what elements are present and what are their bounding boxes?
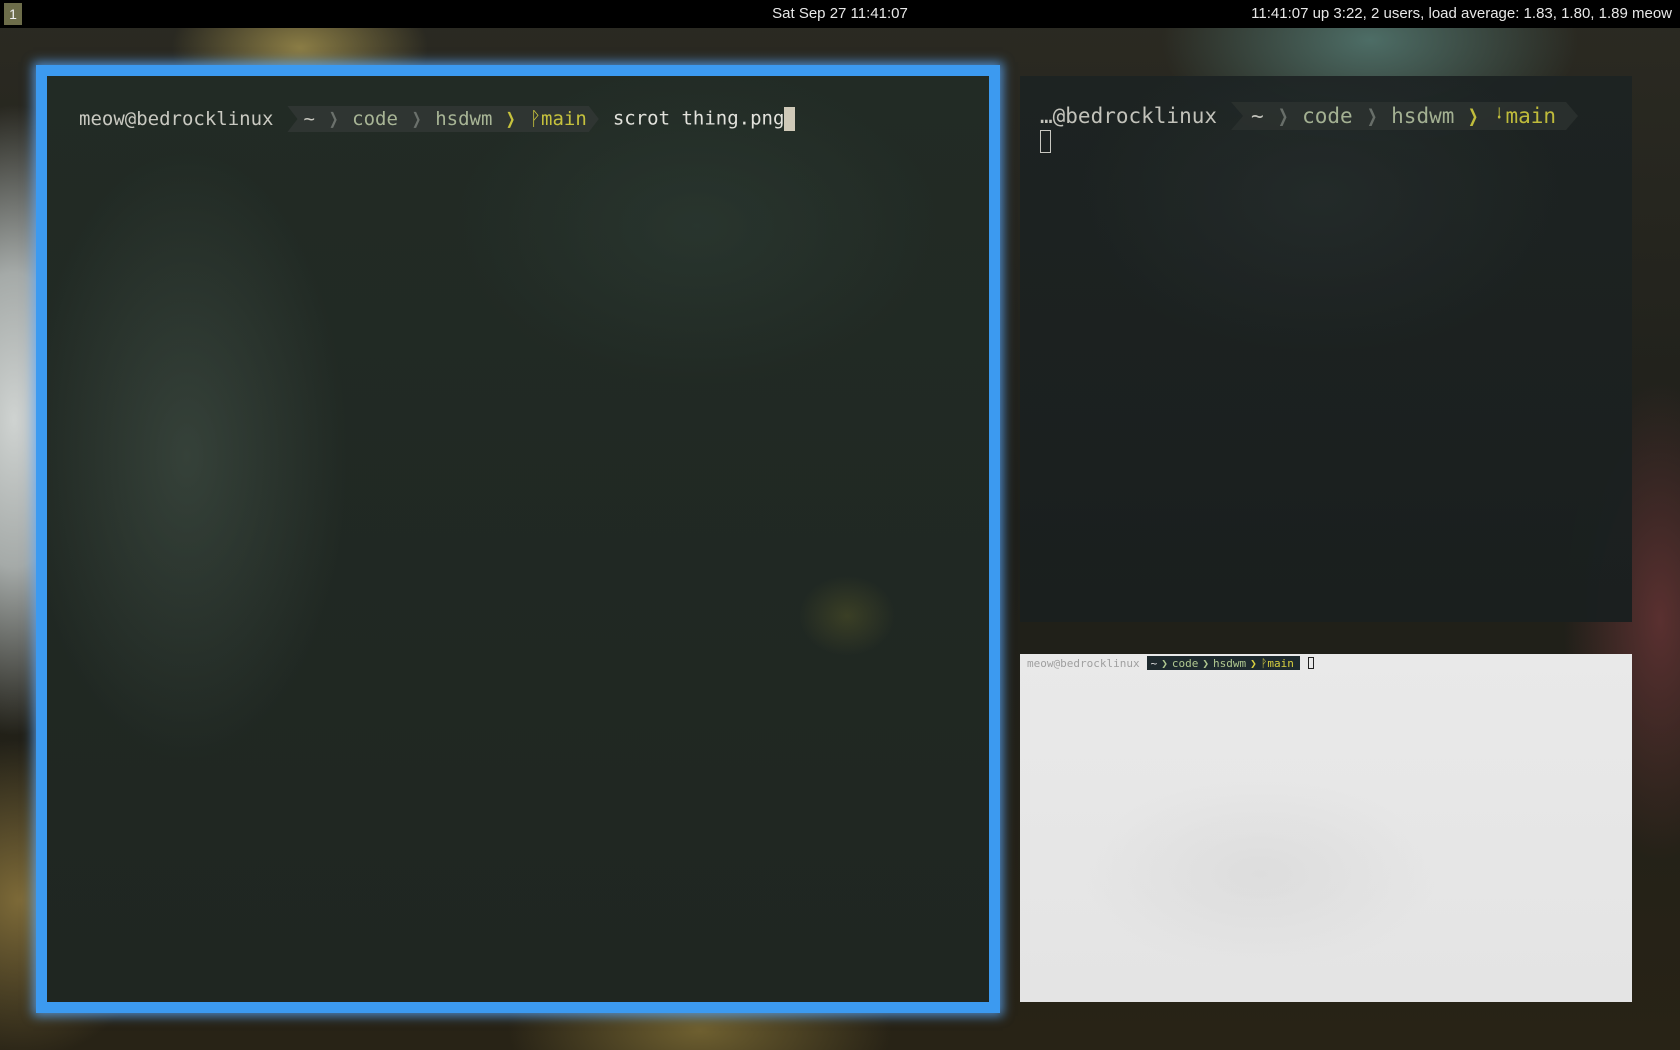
path-segment-hsdwm: hsdwm <box>435 108 493 130</box>
text-cursor <box>784 107 796 131</box>
path-segment-code: code <box>1171 656 1199 670</box>
git-branch-name: main <box>1267 656 1294 670</box>
path-segment-home: ~ <box>303 108 315 130</box>
shell-prompt: meow@bedrocklinux ~ ❯ code ❯ hsdwm ❯ ᚹ ma… <box>1027 656 1314 670</box>
shell-prompt: meow@bedrocklinux ~ ❯ code ❯ hsdwm ❯ ᚹ ma… <box>79 106 796 132</box>
chevron-right-icon: ❯ <box>328 106 339 132</box>
terminal-background <box>1020 76 1632 622</box>
command-input[interactable]: scrot thing.png <box>613 107 796 131</box>
terminal-window-focused[interactable]: meow@bedrocklinux ~ ❯ code ❯ hsdwm ❯ ᚹ ma… <box>36 65 1000 1013</box>
chevron-right-icon: ❯ <box>1161 656 1168 670</box>
path-segment-home: ~ <box>1251 104 1264 128</box>
chevron-right-icon: ❯ <box>1366 102 1377 130</box>
chevron-right-icon: ❯ <box>1468 102 1479 130</box>
prompt-path-bar: ~ ❯ code ❯ hsdwm ❯ ᚹ main <box>1146 656 1300 670</box>
git-branch-icon: ᛍ <box>1492 104 1506 128</box>
prompt-user-host: meow@bedrocklinux <box>79 108 274 130</box>
prompt-user-host: …@bedrocklinux <box>1040 104 1218 128</box>
prompt-path-bar: ~ ❯ code ❯ hsdwm ❯ ᚹ main <box>287 106 598 132</box>
git-branch: ᚹ main <box>1261 657 1294 670</box>
status-bar: 1 Sat Sep 27 11:41:07 11:41:07 up 3:22, … <box>0 0 1680 28</box>
text-cursor <box>1307 657 1314 669</box>
path-segment-hsdwm: hsdwm <box>1212 656 1247 670</box>
system-status: 11:41:07 up 3:22, 2 users, load average:… <box>1251 5 1672 22</box>
terminal-background <box>47 76 989 1002</box>
git-branch-icon: ᚹ <box>1260 656 1268 670</box>
git-branch: ᚹ main <box>530 108 587 130</box>
shell-prompt: …@bedrocklinux ~ ❯ code ❯ hsdwm ❯ ᛍ main <box>1040 102 1578 130</box>
workspace-tag[interactable]: 1 <box>4 3 22 25</box>
command-text: scrot thing.png <box>612 107 785 130</box>
git-branch: ᛍ main <box>1493 104 1556 128</box>
chevron-right-icon: ❯ <box>411 106 422 132</box>
path-segment-hsdwm: hsdwm <box>1391 104 1455 128</box>
path-segment-code: code <box>1302 104 1353 128</box>
terminal-background <box>1020 654 1632 1002</box>
git-branch-name: main <box>1505 104 1557 128</box>
chevron-right-icon: ❯ <box>1250 656 1257 670</box>
chevron-right-icon: ❯ <box>1277 102 1288 130</box>
terminal-window-top-right[interactable]: …@bedrocklinux ~ ❯ code ❯ hsdwm ❯ ᛍ main <box>1020 76 1632 622</box>
git-branch-name: main <box>541 108 587 130</box>
prompt-path-bar: ~ ❯ code ❯ hsdwm ❯ ᛍ main <box>1231 102 1578 130</box>
chevron-right-icon: ❯ <box>1202 656 1209 670</box>
chevron-right-icon: ❯ <box>506 106 516 132</box>
git-branch-icon: ᚹ <box>529 108 542 130</box>
path-segment-home: ~ <box>1150 656 1158 670</box>
path-segment-code: code <box>352 108 398 130</box>
terminal-window-bottom-right[interactable]: meow@bedrocklinux ~ ❯ code ❯ hsdwm ❯ ᚹ ma… <box>1020 654 1632 1002</box>
text-cursor <box>1040 130 1051 153</box>
prompt-user-host: meow@bedrocklinux <box>1027 656 1140 670</box>
